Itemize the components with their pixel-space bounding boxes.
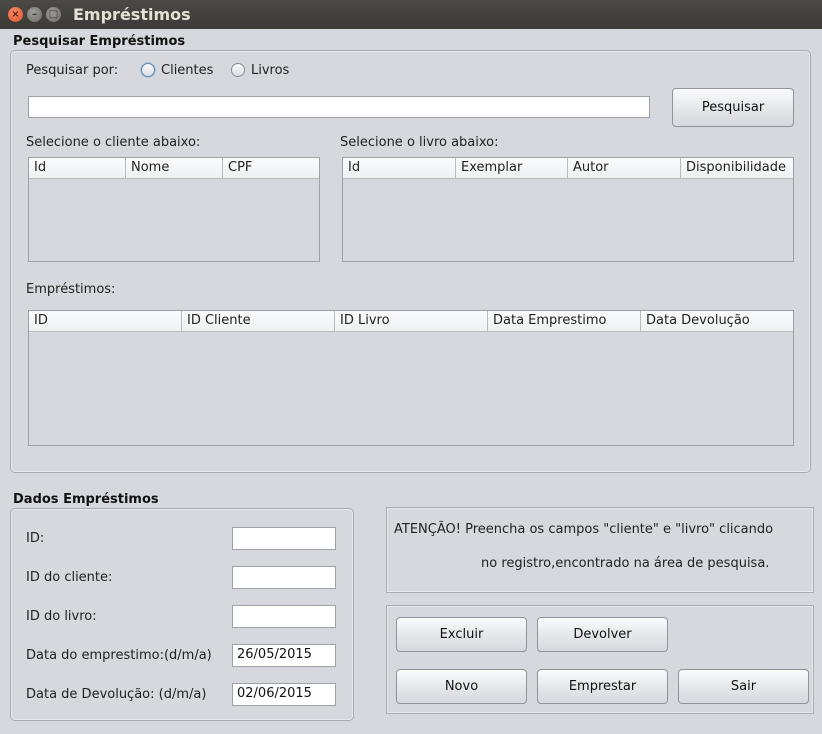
column-header[interactable]: Nome bbox=[126, 158, 223, 179]
sair-button[interactable]: Sair bbox=[678, 669, 809, 704]
notice-panel bbox=[386, 507, 814, 593]
details-section-title: Dados Empréstimos bbox=[13, 492, 159, 507]
radio-clientes-label: Clientes bbox=[161, 63, 214, 78]
excluir-button[interactable]: Excluir bbox=[396, 617, 527, 652]
loan-date-field[interactable]: 26/05/2015 bbox=[232, 644, 336, 667]
book-id-label: ID do livro: bbox=[26, 609, 97, 624]
column-header[interactable]: Data Devolução bbox=[641, 311, 793, 332]
emprestar-button[interactable]: Emprestar bbox=[537, 669, 668, 704]
books-table[interactable]: Id Exemplar Autor Disponibilidade bbox=[342, 157, 794, 262]
devolver-button[interactable]: Devolver bbox=[537, 617, 668, 652]
column-header[interactable]: Disponibilidade bbox=[681, 158, 793, 179]
id-label: ID: bbox=[26, 531, 45, 546]
books-table-header: Id Exemplar Autor Disponibilidade bbox=[343, 158, 793, 179]
maximize-window-icon[interactable]: □ bbox=[46, 7, 61, 22]
column-header[interactable]: Autor bbox=[568, 158, 681, 179]
loans-table-header: ID ID Cliente ID Livro Data Emprestimo D… bbox=[29, 311, 793, 332]
clients-table-header: Id Nome CPF bbox=[29, 158, 319, 179]
column-header[interactable]: ID bbox=[29, 311, 182, 332]
book-id-field[interactable] bbox=[232, 605, 336, 628]
minimize-window-icon[interactable]: – bbox=[27, 7, 42, 22]
client-id-field[interactable] bbox=[232, 566, 336, 589]
title-bar: × – □ Empréstimos bbox=[0, 0, 822, 29]
column-header[interactable]: ID Cliente bbox=[182, 311, 335, 332]
search-input[interactable] bbox=[28, 96, 650, 118]
return-date-field[interactable]: 02/06/2015 bbox=[232, 683, 336, 706]
search-button[interactable]: Pesquisar bbox=[672, 88, 794, 127]
radio-clientes[interactable] bbox=[141, 63, 155, 77]
return-date-label: Data de Devolução: (d/m/a) bbox=[26, 687, 207, 702]
books-label: Selecione o livro abaixo: bbox=[340, 135, 499, 150]
loans-table[interactable]: ID ID Cliente ID Livro Data Emprestimo D… bbox=[28, 310, 794, 446]
id-field[interactable] bbox=[232, 527, 336, 550]
search-by-label: Pesquisar por: bbox=[26, 63, 119, 78]
column-header[interactable]: CPF bbox=[223, 158, 319, 179]
close-window-icon[interactable]: × bbox=[8, 7, 23, 22]
client-id-label: ID do cliente: bbox=[26, 570, 113, 585]
column-header[interactable]: Id bbox=[343, 158, 456, 179]
loan-date-label: Data do emprestimo:(d/m/a) bbox=[26, 648, 212, 663]
search-section-title: Pesquisar Empréstimos bbox=[13, 34, 186, 49]
column-header[interactable]: Data Emprestimo bbox=[488, 311, 641, 332]
notice-line-1: ATENÇÃO! Preencha os campos "cliente" e … bbox=[394, 522, 774, 537]
loans-label: Empréstimos: bbox=[26, 282, 116, 297]
column-header[interactable]: Id bbox=[29, 158, 126, 179]
column-header[interactable]: Exemplar bbox=[456, 158, 568, 179]
column-header[interactable]: ID Livro bbox=[335, 311, 488, 332]
clients-table[interactable]: Id Nome CPF bbox=[28, 157, 320, 262]
novo-button[interactable]: Novo bbox=[396, 669, 527, 704]
notice-line-2: no registro,encontrado na área de pesqui… bbox=[481, 556, 770, 571]
window-title: Empréstimos bbox=[73, 5, 191, 24]
clients-label: Selecione o cliente abaixo: bbox=[26, 135, 201, 150]
radio-livros-label: Livros bbox=[251, 63, 290, 78]
radio-livros[interactable] bbox=[231, 63, 245, 77]
